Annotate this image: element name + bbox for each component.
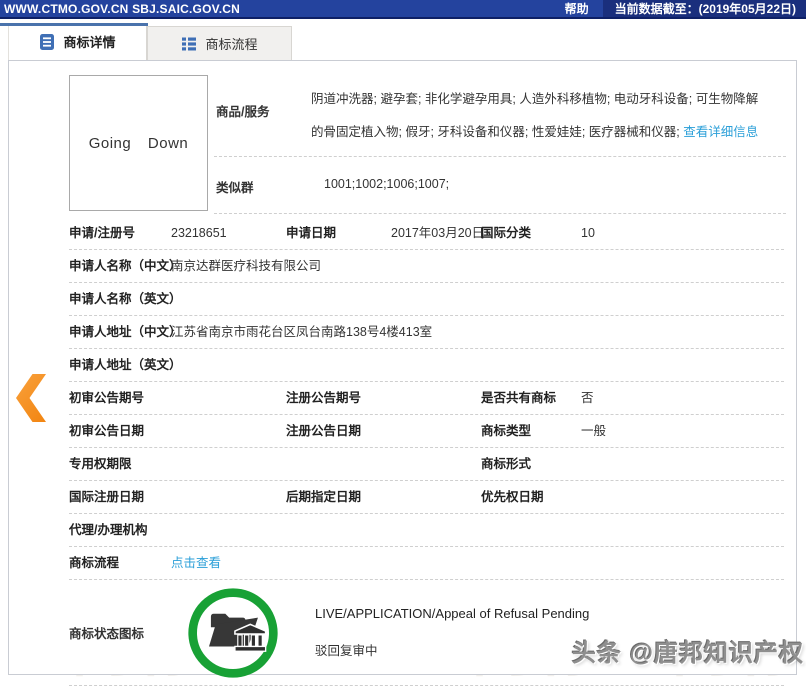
field-row-first-gazette-date: 初审公告日期 注册公告日期 商标类型 一般 [69, 415, 784, 448]
field-label: 申请人地址（中文） [69, 325, 171, 340]
trademark-summary-section: Going Down 商品/服务 阴道冲洗器; 避孕套; 非化学避孕用具; 人造… [9, 61, 796, 217]
field-row-applicant-name-en: 申请人名称（英文） [69, 283, 784, 316]
field-label: 初审公告日期 [69, 424, 171, 439]
row-divider [214, 213, 786, 214]
field-label: 申请日期 [286, 226, 391, 241]
document-list-icon [39, 34, 55, 50]
status-line-chinese: 驳回复审中 [315, 640, 589, 659]
field-row-applicant-name-cn: 申请人名称（中文） 南京达群医疗科技有限公司 [69, 250, 784, 283]
field-row-applicant-address-cn: 申请人地址（中文） 江苏省南京市雨花台区凤台南路138号4楼413室 [69, 316, 784, 349]
field-row-international-registration-date: 国际注册日期 后期指定日期 优先权日期 [69, 481, 784, 514]
similar-group-value: 1001;1002;1006;1007; [324, 177, 449, 191]
field-label: 初审公告期号 [69, 391, 171, 406]
tab-trademark-detail[interactable]: 商标详情 [8, 23, 147, 60]
field-label: 商标形式 [481, 457, 581, 472]
field-row-trademark-process: 商标流程 点击查看 [69, 547, 784, 580]
field-label: 后期指定日期 [286, 490, 391, 505]
row-divider [214, 156, 786, 157]
field-value: 江苏省南京市雨花台区凤台南路138号4楼413室 [171, 325, 784, 340]
field-label: 商标流程 [69, 556, 171, 571]
field-label: 国际分类 [481, 226, 581, 241]
tab-bar: 商标详情 商标流程 [8, 23, 292, 60]
field-row-agency: 代理/办理机构 [69, 514, 784, 547]
field-label: 申请/注册号 [69, 226, 171, 241]
active-tab-accent-line [0, 23, 148, 26]
field-label: 申请人名称（中文） [69, 259, 171, 274]
help-link[interactable]: 帮助 [565, 0, 589, 17]
field-value: 2017年03月20日 [391, 226, 481, 241]
field-label-similar-group: 类似群 [216, 177, 254, 196]
click-to-view-link[interactable]: 点击查看 [171, 556, 221, 570]
title-bar: WWW.CTMO.GOV.CN SBJ.SAIC.GOV.CN 帮助 当前数据截… [0, 0, 806, 19]
field-label: 商标状态图标 [69, 623, 171, 642]
field-label: 申请人名称（英文） [69, 292, 171, 307]
field-value: 一般 [581, 424, 784, 439]
field-label: 是否共有商标 [481, 391, 581, 406]
field-row-trademark-status: 商标状态图标 LIVE/APPLICATION/Appeal of Refusa… [69, 580, 784, 686]
trademark-detail-panel: Going Down 商品/服务 阴道冲洗器; 避孕套; 非化学避孕用具; 人造… [8, 60, 797, 675]
field-label: 专用权期限 [69, 457, 171, 472]
trademark-status-icon [185, 585, 281, 681]
field-row-application-number: 申请/注册号 23218651 申请日期 2017年03月20日 国际分类 10 [69, 217, 784, 250]
goods-services-value: 阴道冲洗器; 避孕套; 非化学避孕用具; 人造外科移植物; 电动牙科设备; 可生… [311, 83, 769, 149]
field-value: 10 [581, 226, 784, 241]
status-line-english: LIVE/APPLICATION/Appeal of Refusal Pendi… [315, 606, 589, 621]
field-value: 否 [581, 391, 784, 406]
bulleted-list-icon [181, 36, 197, 52]
trademark-name-text: Going Down [89, 135, 189, 152]
field-label: 代理/办理机构 [69, 523, 171, 538]
view-detail-link[interactable]: 查看详细信息 [683, 125, 758, 139]
field-label: 注册公告日期 [286, 424, 391, 439]
field-label: 商标类型 [481, 424, 581, 439]
field-label-goods: 商品/服务 [216, 101, 269, 120]
status-text-block: LIVE/APPLICATION/Appeal of Refusal Pendi… [315, 606, 589, 659]
field-row-first-gazette-number: 初审公告期号 注册公告期号 是否共有商标 否 [69, 382, 784, 415]
field-value: 南京达群医疗科技有限公司 [171, 259, 784, 274]
data-cutoff-date: 当前数据截至：(2019年05月22日) [603, 0, 806, 17]
field-value: 23218651 [171, 226, 286, 241]
field-row-applicant-address-en: 申请人地址（英文） [69, 349, 784, 382]
field-row-exclusive-right-period: 专用权期限 商标形式 [69, 448, 784, 481]
tab-label: 商标详情 [63, 32, 115, 51]
field-label: 注册公告期号 [286, 391, 391, 406]
field-label: 优先权日期 [481, 490, 581, 505]
tab-label: 商标流程 [205, 34, 257, 53]
site-address: WWW.CTMO.GOV.CN SBJ.SAIC.GOV.CN [0, 2, 240, 16]
trademark-image: Going Down [69, 75, 208, 211]
field-label: 国际注册日期 [69, 490, 171, 505]
field-label: 申请人地址（英文） [69, 358, 171, 373]
tab-trademark-process[interactable]: 商标流程 [147, 26, 292, 60]
